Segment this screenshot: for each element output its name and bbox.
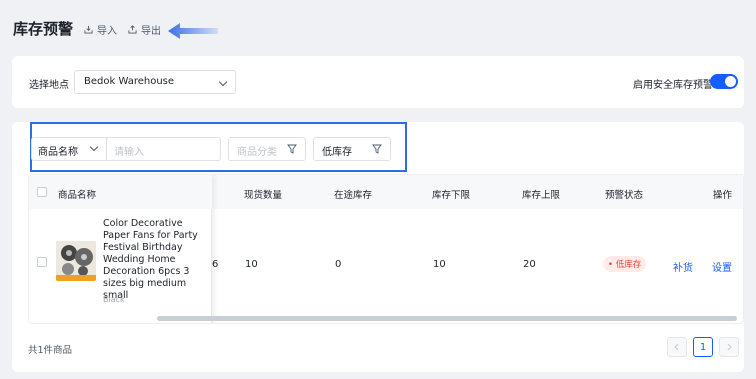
cell-in-transit: 0 bbox=[335, 259, 342, 270]
horizontal-scrollbar[interactable] bbox=[157, 316, 737, 321]
restock-link[interactable]: 补货 bbox=[673, 259, 693, 274]
location-select[interactable]: Bedok Warehouse bbox=[74, 70, 236, 94]
stock-filter-value: 低库存 bbox=[322, 147, 352, 158]
inventory-table: 现货数量 在途库存 库存下限 库存上限 预警状态 操作 6 10 0 10 20… bbox=[28, 174, 744, 324]
col-status: 预警状态 bbox=[605, 190, 644, 201]
cell-on-hand: 10 bbox=[245, 259, 258, 270]
select-all-checkbox[interactable] bbox=[37, 187, 47, 197]
total-count: 共1件商品 bbox=[28, 345, 73, 356]
export-button[interactable]: 导出 bbox=[128, 22, 161, 37]
import-label: 导入 bbox=[97, 26, 117, 37]
chevron-down-icon bbox=[218, 77, 228, 87]
search-field-select[interactable]: 商品名称 bbox=[32, 138, 107, 160]
inventory-card: 商品名称 请输入 商品分类 低库存 现货数量 在途库存 库存下限 库存上限 预警… bbox=[12, 122, 744, 372]
cell-partial: 6 bbox=[212, 259, 219, 270]
chevron-left-icon bbox=[674, 343, 679, 351]
status-text: 低库存 bbox=[615, 260, 642, 270]
page-1-button[interactable]: 1 bbox=[693, 337, 713, 357]
col-max: 库存上限 bbox=[522, 190, 561, 201]
category-placeholder: 商品分类 bbox=[237, 147, 277, 158]
page-header: 库存预警 导入 导出 bbox=[0, 0, 756, 55]
toggle-knob bbox=[725, 76, 736, 87]
funnel-icon bbox=[287, 144, 297, 154]
product-thumbnail bbox=[56, 241, 96, 281]
product-variant: Black bbox=[103, 295, 125, 304]
safety-stock-toggle[interactable] bbox=[710, 74, 738, 89]
page-title: 库存预警 bbox=[13, 20, 74, 38]
chevron-right-icon bbox=[727, 343, 732, 351]
fixed-header-bg bbox=[29, 175, 212, 209]
search-field-value: 商品名称 bbox=[38, 147, 78, 158]
name-search-group: 商品名称 请输入 bbox=[31, 137, 221, 161]
prev-page-button[interactable] bbox=[667, 337, 687, 357]
import-icon bbox=[84, 25, 93, 34]
funnel-icon bbox=[372, 144, 382, 154]
stock-level-filter[interactable]: 低库存 bbox=[313, 137, 391, 161]
col-actions: 操作 bbox=[713, 190, 733, 201]
row-checkbox[interactable] bbox=[37, 257, 47, 267]
location-card: 选择地点 Bedok Warehouse 启用安全库存预警 bbox=[12, 56, 744, 108]
col-min: 库存下限 bbox=[432, 190, 471, 201]
cell-min: 10 bbox=[433, 259, 446, 270]
search-input[interactable]: 请输入 bbox=[114, 143, 144, 158]
export-label: 导出 bbox=[141, 26, 161, 37]
location-label: 选择地点 bbox=[29, 80, 69, 91]
cell-max: 20 bbox=[523, 259, 536, 270]
safety-toggle-label: 启用安全库存预警 bbox=[633, 80, 713, 91]
import-button[interactable]: 导入 bbox=[84, 22, 117, 37]
product-name[interactable]: Color Decorative Paper Fans for Party Fe… bbox=[103, 218, 206, 302]
chevron-down-icon bbox=[89, 142, 99, 152]
col-in-transit: 在途库存 bbox=[334, 190, 373, 201]
settings-link[interactable]: 设置 bbox=[712, 259, 732, 274]
col-on-hand: 现货数量 bbox=[244, 190, 283, 201]
location-value: Bedok Warehouse bbox=[84, 76, 175, 87]
export-icon bbox=[128, 25, 137, 34]
fixed-product-column: 商品名称 Color Decorative Paper Fans for Par… bbox=[29, 175, 212, 323]
category-filter[interactable]: 商品分类 bbox=[228, 137, 306, 161]
col-product-name: 商品名称 bbox=[58, 190, 97, 201]
next-page-button[interactable] bbox=[719, 337, 739, 357]
pointer-arrow-icon bbox=[168, 23, 218, 39]
paper-fan-image bbox=[56, 241, 96, 281]
status-badge: • 低库存 bbox=[603, 256, 647, 272]
